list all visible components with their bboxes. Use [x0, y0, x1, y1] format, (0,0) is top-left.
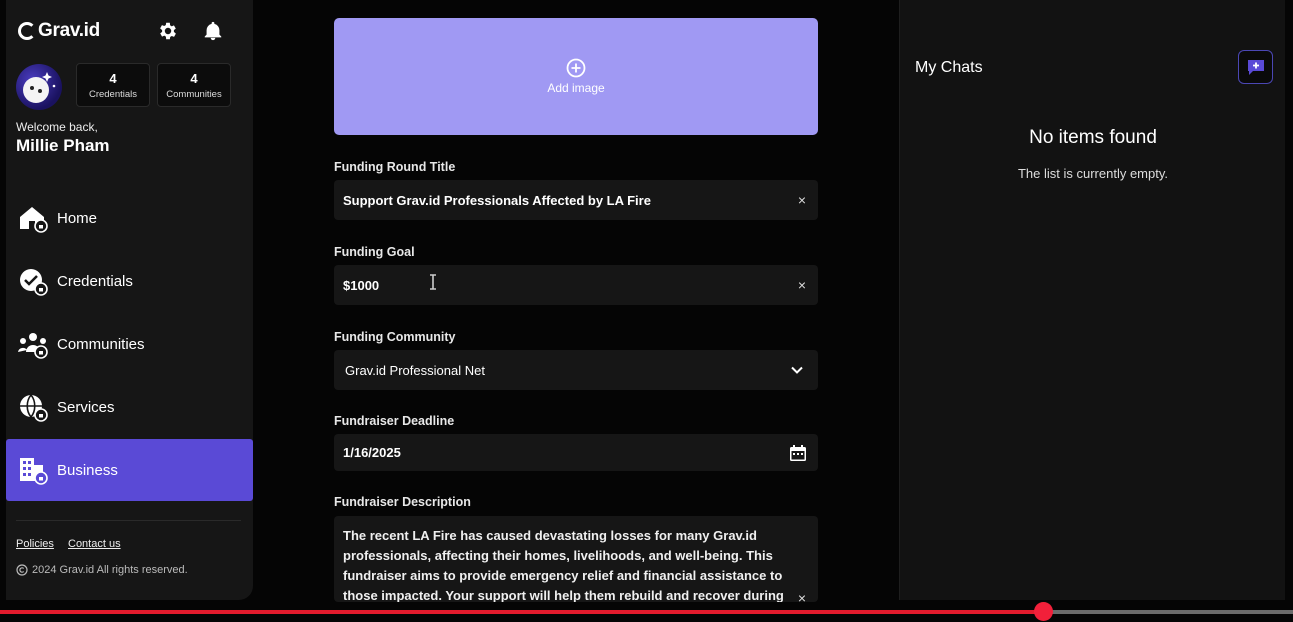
clear-goal-button[interactable]: × — [798, 277, 806, 293]
credentials-count-card[interactable]: 4 Credentials — [76, 63, 150, 107]
clear-title-button[interactable]: × — [798, 192, 806, 208]
fundraiser-description-textarea[interactable]: The recent LA Fire has caused devastatin… — [334, 516, 818, 602]
add-image-label: Add image — [547, 81, 605, 95]
sidebar-item-business[interactable]: Business — [6, 439, 253, 501]
calendar-icon[interactable] — [788, 443, 808, 463]
empty-state-title: No items found — [1029, 127, 1157, 148]
gear-icon[interactable] — [157, 20, 179, 42]
sidebar-item-label: Communities — [57, 335, 145, 353]
copyright-text: 2024 Grav.id All rights reserved. — [32, 564, 188, 576]
video-progress-fill — [0, 610, 1044, 614]
empty-state-subtitle: The list is currently empty. — [1017, 166, 1169, 181]
funding-round-title-label: Funding Round Title — [334, 160, 456, 174]
add-chat-icon — [1247, 60, 1264, 75]
communities-count-label: Communities — [166, 89, 222, 100]
app-window: Grav.id 4 Credentials 4 Communities Welc… — [0, 0, 1293, 622]
clear-description-button[interactable]: × — [798, 588, 806, 602]
text-cursor-icon — [430, 274, 436, 290]
building-icon — [20, 458, 48, 485]
sidebar-item-label: Home — [57, 209, 98, 227]
video-scrubber-handle[interactable] — [1034, 602, 1054, 621]
sidebar-item-home[interactable]: Home — [6, 187, 253, 249]
contact-us-link[interactable]: Contact us — [68, 538, 121, 550]
chevron-down-icon — [791, 366, 803, 374]
bell-icon[interactable] — [202, 20, 224, 42]
add-image-button[interactable]: Add image — [334, 18, 818, 135]
avatar[interactable] — [16, 64, 62, 110]
funding-goal-value: $1000 — [343, 277, 380, 293]
credentials-count: 4 — [109, 71, 117, 86]
copyright-icon — [16, 564, 28, 576]
brand-name: Grav.id — [38, 20, 100, 41]
credentials-count-label: Credentials — [88, 89, 138, 100]
welcome-text: Welcome back, — [16, 120, 98, 134]
my-chats-title: My Chats — [915, 59, 983, 76]
video-progress-bar[interactable] — [0, 602, 1293, 621]
copyright: 2024 Grav.id All rights reserved. — [16, 564, 188, 576]
funding-round-title-value: Support Grav.id Professionals Affected b… — [343, 192, 651, 208]
sidebar-item-label: Business — [57, 461, 118, 479]
sidebar-item-communities[interactable]: Communities — [6, 313, 253, 375]
user-name: Millie Pham — [16, 136, 110, 155]
home-icon — [20, 207, 48, 233]
policies-link[interactable]: Policies — [16, 538, 54, 550]
funding-goal-label: Funding Goal — [334, 245, 415, 259]
plus-circle-icon — [566, 58, 586, 78]
communities-icon — [18, 333, 48, 359]
fundraiser-deadline-value: 1/16/2025 — [343, 445, 401, 460]
avatar-illustration-icon — [23, 72, 56, 103]
funding-community-label: Funding Community — [334, 330, 456, 344]
funding-community-value: Grav.id Professional Net — [345, 362, 485, 378]
funding-round-title-input[interactable]: Support Grav.id Professionals Affected b… — [334, 180, 818, 220]
fundraiser-deadline-input[interactable]: 1/16/2025 — [334, 434, 818, 471]
credential-check-icon — [20, 269, 48, 296]
communities-count-card[interactable]: 4 Communities — [157, 63, 231, 107]
globe-icon — [20, 394, 48, 422]
sidebar-item-label: Services — [57, 398, 115, 416]
sidebar-item-credentials[interactable]: Credentials — [6, 250, 253, 312]
grav-logo-icon — [18, 22, 36, 40]
funding-goal-input[interactable]: $1000 × — [334, 265, 818, 305]
fundraiser-description-label: Fundraiser Description — [334, 495, 471, 509]
new-chat-button[interactable] — [1238, 50, 1273, 84]
funding-community-select[interactable]: Grav.id Professional Net — [334, 350, 818, 390]
brand[interactable]: Grav.id — [18, 20, 100, 42]
communities-count: 4 — [190, 71, 198, 86]
my-chats-panel: My Chats No items found The list is curr… — [899, 0, 1285, 600]
sidebar-divider — [16, 520, 241, 521]
sidebar-item-services[interactable]: Services — [6, 376, 253, 438]
fundraiser-deadline-label: Fundraiser Deadline — [334, 414, 455, 428]
fundraiser-description-value: The recent LA Fire has caused devastatin… — [343, 528, 784, 602]
sidebar-item-label: Credentials — [57, 272, 133, 290]
sidebar: Grav.id 4 Credentials 4 Communities Welc… — [6, 0, 253, 600]
